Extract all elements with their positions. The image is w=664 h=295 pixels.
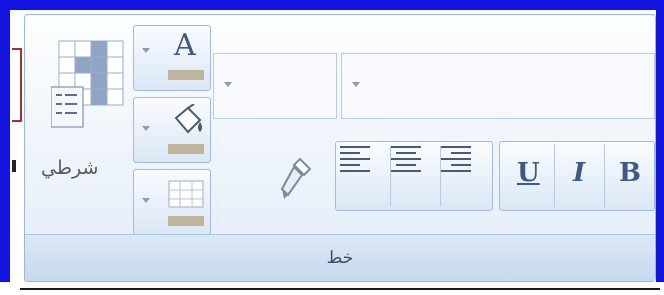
font-size-combo[interactable] [213,53,337,119]
cell-cursor-mark [12,160,16,172]
borders-icon [168,180,204,208]
fill-color-button[interactable] [133,97,211,163]
paint-bucket-icon [174,104,202,134]
align-right-icon [441,146,471,172]
align-right-button[interactable] [440,146,489,206]
fill-color-swatch [168,144,204,154]
underline-icon: U [517,158,540,188]
window-frame-right [656,0,664,295]
underline-button[interactable]: U [502,144,552,208]
align-center-icon [391,146,421,172]
ribbon-font-group: شرطي A U I B خط [24,14,656,282]
font-color-button[interactable]: A [133,25,211,91]
background-sheet-edge [10,20,25,282]
bold-button[interactable]: B [604,144,655,208]
chevron-down-icon[interactable] [142,126,150,131]
chevron-down-icon[interactable] [224,82,232,87]
borders-swatch [168,216,204,226]
font-color-swatch [168,70,204,80]
sheet-grid-line [20,288,660,290]
align-center-button[interactable] [390,146,439,206]
font-color-icon: A [174,28,196,63]
align-left-button[interactable] [340,146,388,206]
font-name-combo[interactable] [341,53,655,119]
cell-selection-mark [12,48,22,122]
text-style-button-group: U I B [499,141,655,211]
window-frame-left [0,0,10,290]
format-painter-button[interactable] [280,155,314,205]
sheet-edge-bottom [0,282,664,295]
borders-button[interactable] [133,169,211,235]
italic-button[interactable]: I [554,144,605,208]
window-frame-top [0,0,664,10]
color-buttons-column: A [133,25,211,235]
bold-icon: B [619,158,641,188]
group-label-font[interactable]: خط [25,234,655,281]
chevron-down-icon[interactable] [142,48,150,53]
italic-icon: I [573,158,586,188]
align-left-icon [340,146,370,172]
conditional-formatting-icon[interactable] [50,37,131,137]
chevron-down-icon[interactable] [142,198,150,203]
paint-brush-icon [280,157,312,199]
conditional-formatting-label[interactable]: شرطي [41,157,98,179]
alignment-button-group [335,141,493,211]
chevron-down-icon[interactable] [352,82,360,87]
